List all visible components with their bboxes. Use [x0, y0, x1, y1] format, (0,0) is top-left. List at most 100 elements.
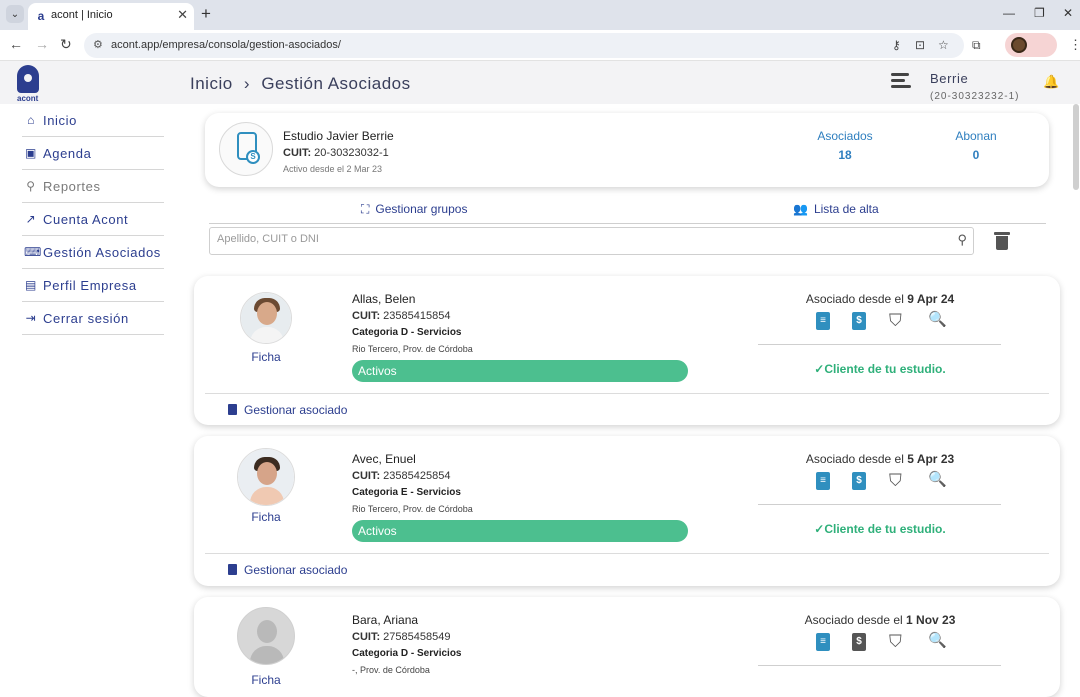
search-input[interactable]: [217, 233, 937, 245]
ficha-link[interactable]: Ficha: [240, 673, 292, 687]
sidebar-item-agenda[interactable]: ▣ Agenda: [22, 137, 164, 170]
install-app-icon[interactable]: ⊡: [915, 38, 925, 52]
sidebar-item-perfil-empresa[interactable]: ▤ Perfil Empresa: [22, 269, 164, 302]
sidebar-item-inicio[interactable]: ⌂ Inicio: [22, 104, 164, 137]
associate-card: Ficha Allas, Belen CUIT: 23585415854 Cat…: [194, 276, 1060, 425]
company-since: Activo desde el 2 Mar 23: [283, 164, 383, 174]
cuit-value: 23585415854: [383, 310, 451, 322]
reports-icon: ⚲: [26, 179, 36, 193]
chart-icon: ↗: [25, 212, 37, 226]
associate-photo[interactable]: [240, 292, 292, 344]
breadcrumb-home[interactable]: Inicio: [190, 74, 233, 93]
associate-location: Rio Tercero, Prov. de Córdoba: [352, 504, 473, 514]
sidebar-item-gestion-asociados[interactable]: ⌨ Gestión Asociados: [22, 236, 164, 269]
company-card: S Estudio Javier Berrie CUIT: 20-3032303…: [205, 113, 1049, 187]
magnifier-chart-icon[interactable]: 🔍: [928, 632, 947, 650]
company-cuit-value: 20-30323032-1: [314, 147, 389, 159]
browser-tab[interactable]: a acont | Inicio ✕: [28, 3, 194, 30]
associate-actions: ≡ $ ⛉ 🔍: [814, 471, 950, 494]
user-name[interactable]: Berrie: [930, 71, 968, 86]
manage-associate-button[interactable]: Gestionar asociado: [228, 403, 347, 417]
sidebar: ⌂ Inicio ▣ Agenda ⚲ Reportes ↗ Cuenta Ac…: [22, 104, 164, 335]
cuit-value: 23585425854: [383, 470, 451, 482]
search-box: ⚲: [209, 227, 974, 255]
company-cuit: CUIT: 20-30323032-1: [283, 147, 389, 159]
associate-cuit: CUIT: 23585425854: [352, 470, 450, 482]
tab-search-button[interactable]: ⌄: [6, 5, 24, 23]
trash-icon[interactable]: [994, 232, 1010, 250]
associate-card: Ficha Avec, Enuel CUIT: 23585425854 Cate…: [194, 436, 1060, 586]
associate-since: Asociado desde el 1 Nov 23: [758, 613, 1002, 627]
keyboard-icon: ⌨: [24, 245, 42, 259]
page-scrollbar[interactable]: [1073, 104, 1079, 190]
company-name: Estudio Javier Berrie: [283, 129, 394, 143]
associate-since: Asociado desde el 5 Apr 23: [758, 452, 1002, 466]
magnifier-chart-icon[interactable]: 🔍: [928, 311, 947, 329]
document-icon[interactable]: ≡: [816, 633, 830, 651]
sidebar-item-cerrar-sesion[interactable]: ⇥ Cerrar sesión: [22, 302, 164, 335]
manage-groups-button[interactable]: ⛶ Gestionar grupos: [361, 202, 467, 217]
sidebar-item-reportes[interactable]: ⚲ Reportes: [22, 170, 164, 203]
signup-list-button[interactable]: 👥 Lista de alta: [793, 202, 879, 216]
profile-button[interactable]: [1005, 33, 1057, 57]
signup-list-label: Lista de alta: [813, 202, 879, 216]
divider: [758, 504, 1001, 505]
associate-actions: ≡ $ ⛉ 🔍: [814, 632, 950, 655]
forward-icon[interactable]: →: [35, 36, 49, 52]
magnifier-chart-icon[interactable]: 🔍: [928, 471, 947, 489]
close-window-icon[interactable]: ✕: [1063, 6, 1073, 20]
associate-photo-placeholder[interactable]: [237, 607, 295, 665]
breadcrumb: Inicio › Gestión Asociados: [190, 74, 411, 94]
document-icon[interactable]: ≡: [816, 312, 830, 330]
sidebar-item-label: Inicio: [43, 112, 77, 128]
restore-icon[interactable]: ❐: [1034, 6, 1045, 20]
contact-book-icon: [228, 404, 237, 415]
ficha-link[interactable]: Ficha: [240, 350, 292, 364]
coin-icon: S: [246, 150, 260, 164]
associate-photo[interactable]: [237, 448, 295, 506]
sidebar-item-label: Reportes: [43, 178, 101, 194]
associate-location: -, Prov. de Córdoba: [352, 665, 430, 675]
sidebar-item-label: Agenda: [43, 145, 92, 161]
stat-abonan[interactable]: Abonan 0: [936, 129, 1016, 162]
minimize-icon[interactable]: —: [1003, 6, 1015, 20]
associate-since: Asociado desde el 9 Apr 24: [758, 292, 1002, 306]
new-tab-button[interactable]: +: [201, 4, 211, 24]
shield-icon[interactable]: ⛉: [889, 312, 902, 330]
invoice-icon[interactable]: $: [852, 633, 866, 651]
document-icon[interactable]: ≡: [816, 472, 830, 490]
shield-icon[interactable]: ⛉: [889, 633, 902, 651]
address-bar[interactable]: ⚙ acont.app/empresa/consola/gestion-asoc…: [84, 33, 964, 58]
stat-asociados[interactable]: Asociados 18: [805, 129, 885, 162]
associate-card: Ficha Bara, Ariana CUIT: 27585458549 Cat…: [194, 597, 1060, 697]
sidebar-item-label: Gestión Asociados: [43, 244, 161, 260]
sidebar-item-label: Cuenta Acont: [43, 211, 129, 227]
logo-text: acont: [17, 94, 39, 103]
shield-icon[interactable]: ⛉: [889, 472, 902, 490]
site-info-icon[interactable]: ⚙: [93, 38, 103, 51]
associate-actions: ≡ $ ⛉ 🔍: [814, 311, 950, 334]
notifications-bell-icon[interactable]: 🔔: [1043, 74, 1059, 90]
close-tab-icon[interactable]: ✕: [177, 7, 188, 23]
reload-icon[interactable]: ↻: [60, 36, 72, 53]
profile-avatar: [1011, 37, 1027, 53]
back-icon[interactable]: ←: [9, 36, 23, 52]
divider: [205, 553, 1049, 554]
password-key-icon[interactable]: ⚷: [892, 38, 901, 52]
sidebar-item-cuenta-acont[interactable]: ↗ Cuenta Acont: [22, 203, 164, 236]
invoice-icon[interactable]: $: [852, 312, 866, 330]
associate-name: Allas, Belen: [352, 292, 416, 306]
since-prefix: Asociado desde el: [805, 292, 904, 306]
search-icon[interactable]: ⚲: [957, 232, 967, 248]
stat-label: Asociados: [817, 129, 873, 143]
bookmark-star-icon[interactable]: ☆: [938, 38, 949, 52]
cuit-label: CUIT:: [352, 631, 381, 643]
breadcrumb-current: Gestión Asociados: [261, 74, 411, 93]
acont-logo[interactable]: acont: [14, 65, 42, 103]
invoice-icon[interactable]: $: [852, 472, 866, 490]
browser-menu-icon[interactable]: ⋮: [1069, 37, 1080, 53]
manage-associate-button[interactable]: Gestionar asociado: [228, 563, 347, 577]
status-badge: Activos: [352, 360, 688, 382]
extensions-icon[interactable]: ⧉: [972, 38, 981, 53]
ficha-link[interactable]: Ficha: [240, 510, 292, 524]
